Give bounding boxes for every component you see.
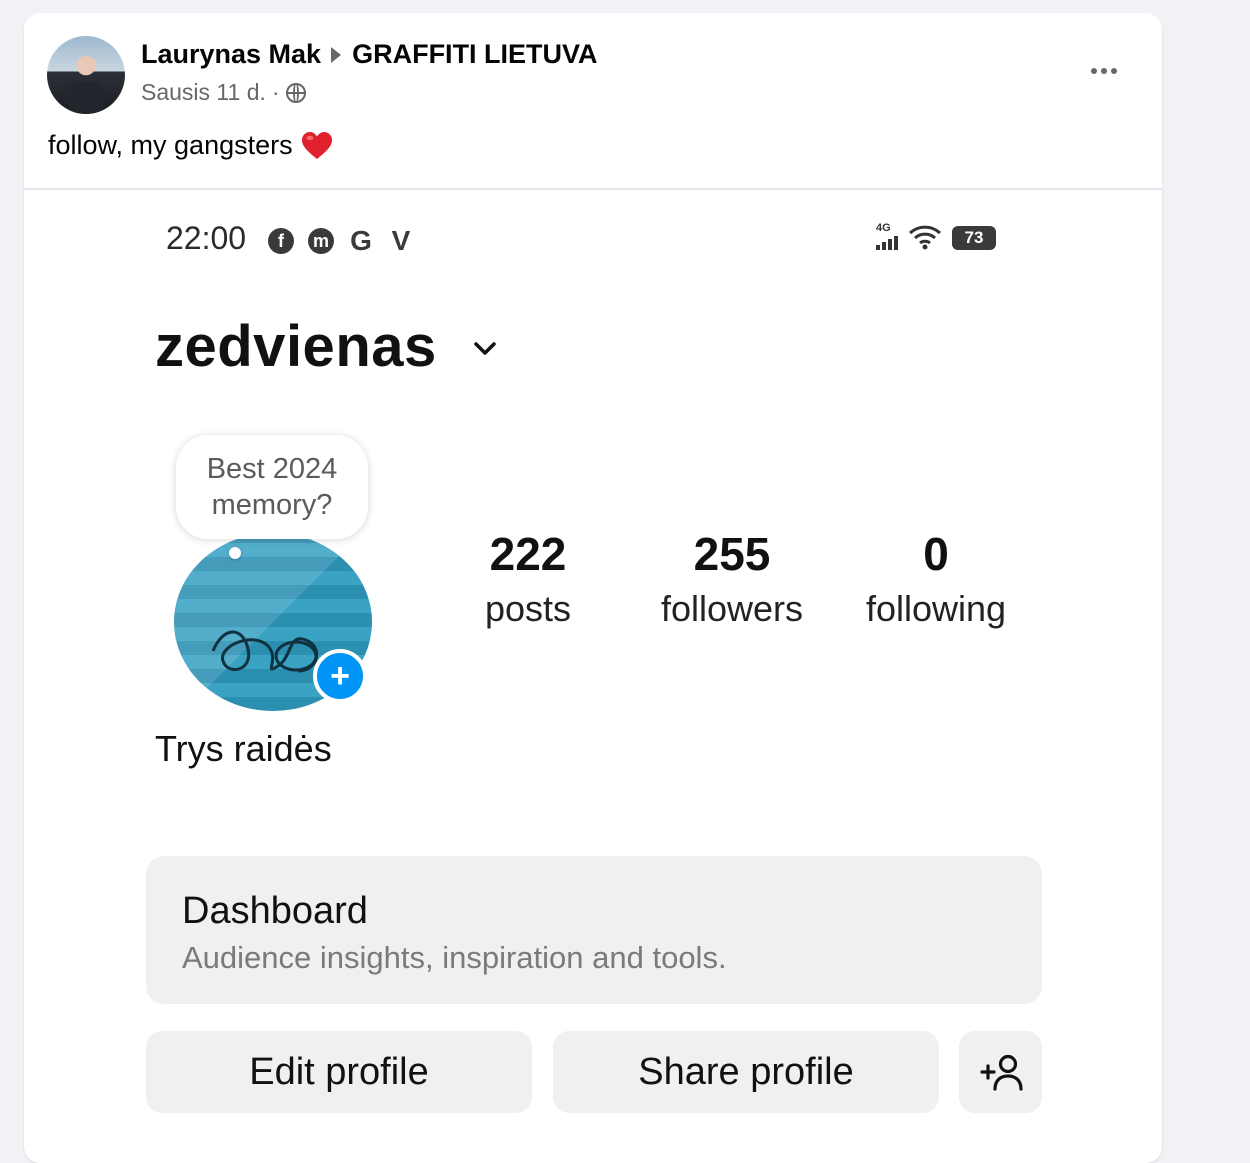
author-avatar[interactable] [47, 36, 125, 114]
facebook-app-icon: f [268, 228, 294, 254]
stat-value: 0 [923, 528, 949, 580]
facebook-post-card: Laurynas Mak GRAFFITI LIETUVA Sausis 11 … [24, 13, 1162, 1163]
note-text: Best 2024 memory? [206, 453, 338, 521]
note-bubble[interactable]: Best 2024 memory? [176, 435, 368, 539]
edit-profile-button[interactable]: Edit profile [146, 1031, 532, 1113]
share-profile-button[interactable]: Share profile [553, 1031, 939, 1113]
post-date[interactable]: Sausis 11 d. [141, 79, 266, 106]
wifi-icon [908, 225, 942, 250]
more-dot [1111, 68, 1117, 74]
post-divider [24, 188, 1162, 190]
add-story-button[interactable]: + [313, 649, 367, 703]
stat-value: 222 [489, 528, 567, 580]
post-meta: Sausis 11 d. · [141, 79, 306, 106]
battery-indicator: 73 [952, 226, 996, 250]
post-header: Laurynas Mak GRAFFITI LIETUVA [141, 39, 598, 70]
google-app-icon: G [350, 225, 372, 256]
group-arrow-icon [331, 46, 342, 63]
discover-people-button[interactable] [959, 1031, 1042, 1113]
more-options-icon [1091, 68, 1097, 74]
stat-label: followers [660, 588, 804, 629]
post-text: follow, my gangsters [48, 130, 333, 161]
heart-emoji-icon [301, 131, 332, 159]
author-name[interactable]: Laurynas Mak [141, 39, 321, 70]
stat-value: 255 [693, 528, 771, 580]
stat-posts[interactable]: 222 posts [438, 523, 618, 633]
profile-display-name: Trys raidės [155, 728, 332, 769]
stat-label: following [865, 588, 1007, 629]
post-message: follow, my gangsters [48, 130, 293, 160]
note-tail [229, 547, 241, 559]
graffiti-tag-graphic [211, 630, 319, 673]
vpn-app-icon: V [391, 225, 411, 256]
stat-label: posts [484, 588, 572, 629]
signal-icon: 4G [876, 223, 898, 250]
dashboard-card[interactable]: Dashboard Audience insights, inspiration… [146, 856, 1042, 1004]
chevron-down-icon[interactable] [472, 338, 498, 358]
stat-following[interactable]: 0 following [846, 523, 1026, 633]
meta-separator: · [271, 79, 280, 105]
messenger-app-icon: m [308, 228, 334, 254]
status-right: 4G 73 [876, 223, 996, 250]
more-dot [1101, 68, 1107, 74]
globe-icon [285, 82, 306, 103]
stat-followers[interactable]: 255 followers [642, 523, 822, 633]
signal-bars [876, 234, 898, 250]
status-time: 22:00 [166, 220, 247, 256]
dashboard-title: Dashboard [182, 890, 368, 932]
group-name[interactable]: GRAFFITI LIETUVA [352, 39, 597, 70]
more-options-button[interactable] [1078, 53, 1130, 89]
add-person-icon [979, 1054, 1023, 1091]
dashboard-subtitle: Audience insights, inspiration and tools… [182, 940, 727, 975]
status-app-icons: f m G V [268, 225, 414, 257]
profile-username: zedvienas [155, 314, 437, 379]
network-type: 4G [876, 222, 891, 234]
